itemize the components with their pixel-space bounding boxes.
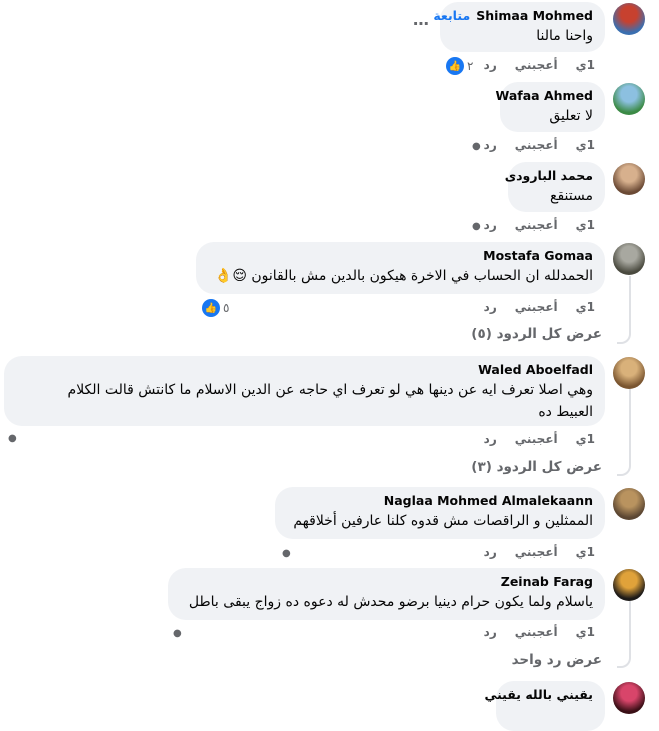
like-button[interactable]: أعجبني	[515, 432, 558, 446]
comment-bubble: Shimaa Mohmedمتابعة واحنا مالنا	[433, 2, 605, 52]
reply-button[interactable]: رد	[484, 545, 497, 559]
separator-dot: ●	[472, 221, 481, 232]
like-button[interactable]: أعجبني	[515, 300, 558, 314]
avatar[interactable]	[613, 357, 645, 389]
commenter-name[interactable]: Shimaa Mohmedمتابعة	[433, 8, 593, 23]
comment-bubble: يقيني بالله يقيني	[484, 681, 605, 731]
view-all-replies-link[interactable]: عرض كل الردود (٥)	[471, 326, 602, 342]
thread-line	[617, 654, 631, 668]
commenter-name[interactable]: Wafaa Ahmed	[496, 88, 593, 103]
separator-dot: ●	[173, 628, 182, 639]
thread-line	[629, 600, 631, 656]
thread-line	[617, 462, 631, 476]
comment-text: لا تعليق	[549, 108, 593, 124]
comment-time[interactable]: 1ي	[576, 138, 595, 152]
reaction-count[interactable]: 👍 ٥	[202, 299, 229, 317]
thumbs-up-icon: 👍	[202, 299, 220, 317]
reply-button[interactable]: رد	[484, 138, 497, 152]
like-button[interactable]: أعجبني	[515, 58, 558, 72]
comment-bubble: Naglaa Mohmed Almalekaann الممثلين و الر…	[275, 487, 605, 539]
separator-dot: ●	[8, 433, 17, 444]
reaction-count[interactable]: 👍 ٢	[446, 57, 473, 75]
comment-actions: 1ي أعجبني رد	[466, 58, 595, 72]
reply-button[interactable]: رد	[484, 432, 497, 446]
avatar[interactable]	[613, 682, 645, 714]
commenter-name[interactable]: Waled Aboelfadl	[16, 362, 593, 377]
commenter-name[interactable]: يقيني بالله يقيني	[484, 687, 593, 702]
comment-text: واحنا مالنا	[536, 28, 593, 44]
comment-bubble: Waled Aboelfadl وهي اصلا تعرف ايه عن دين…	[4, 356, 605, 426]
thread-line	[629, 276, 631, 332]
reply-button[interactable]: رد	[484, 300, 497, 314]
comment-actions: 1ي أعجبني رد	[466, 300, 595, 314]
comment-text: الممثلين و الراقصات مش قدوه كلنا عارفين …	[293, 513, 593, 529]
view-all-replies-link[interactable]: عرض رد واحد	[512, 652, 602, 668]
thread-line	[629, 388, 631, 464]
avatar[interactable]	[613, 488, 645, 520]
reply-button[interactable]: رد	[484, 218, 497, 232]
reply-button[interactable]: رد	[484, 625, 497, 639]
comment-bubble: Wafaa Ahmed لا تعليق	[496, 82, 605, 132]
comment-actions: 1ي أعجبني رد	[466, 545, 595, 559]
commenter-name[interactable]: Mostafa Gomaa	[208, 248, 593, 263]
view-all-replies-link[interactable]: عرض كل الردود (٣)	[471, 459, 602, 475]
comment-bubble: Zeinab Farag ياسلام ولما يكون حرام دينيا…	[168, 568, 605, 620]
follow-link[interactable]: متابعة	[433, 8, 470, 23]
thumbs-up-icon: 👍	[446, 57, 464, 75]
comment-bubble: محمد البارودى مستنقع	[505, 162, 605, 212]
comment-text: وهي اصلا تعرف ايه عن دينها هي لو تعرف اي…	[67, 382, 593, 420]
more-options-icon[interactable]: ⋯	[413, 14, 430, 33]
comment-time[interactable]: 1ي	[576, 300, 595, 314]
comment-text: ياسلام ولما يكون حرام دينيا برضو محدش له…	[188, 594, 593, 610]
avatar[interactable]	[613, 569, 645, 601]
commenter-name[interactable]: Zeinab Farag	[180, 574, 593, 589]
separator-dot: ●	[282, 548, 291, 559]
avatar[interactable]	[613, 3, 645, 35]
commenter-name[interactable]: Naglaa Mohmed Almalekaann	[287, 493, 593, 508]
avatar[interactable]	[613, 243, 645, 275]
comment-actions: 1ي أعجبني رد	[466, 432, 595, 446]
comment-time[interactable]: 1ي	[576, 625, 595, 639]
comment-actions: 1ي أعجبني رد	[466, 625, 595, 639]
comment-bubble: Mostafa Gomaa الحمدلله ان الحساب في الاخ…	[196, 242, 605, 294]
like-button[interactable]: أعجبني	[515, 545, 558, 559]
comment-text: مستنقع	[550, 188, 593, 204]
like-button[interactable]: أعجبني	[515, 138, 558, 152]
comment-time[interactable]: 1ي	[576, 58, 595, 72]
comment-time[interactable]: 1ي	[576, 545, 595, 559]
like-button[interactable]: أعجبني	[515, 218, 558, 232]
comment-text: الحمدلله ان الحساب في الاخرة هيكون بالدي…	[214, 268, 593, 284]
comment-actions: 1ي أعجبني رد	[466, 218, 595, 232]
comment-time[interactable]: 1ي	[576, 218, 595, 232]
comment-actions: 1ي أعجبني رد	[466, 138, 595, 152]
avatar[interactable]	[613, 163, 645, 195]
thread-line	[617, 330, 631, 344]
commenter-name[interactable]: محمد البارودى	[505, 168, 593, 183]
comment-time[interactable]: 1ي	[576, 432, 595, 446]
like-button[interactable]: أعجبني	[515, 625, 558, 639]
reply-button[interactable]: رد	[484, 58, 497, 72]
separator-dot: ●	[472, 141, 481, 152]
avatar[interactable]	[613, 83, 645, 115]
